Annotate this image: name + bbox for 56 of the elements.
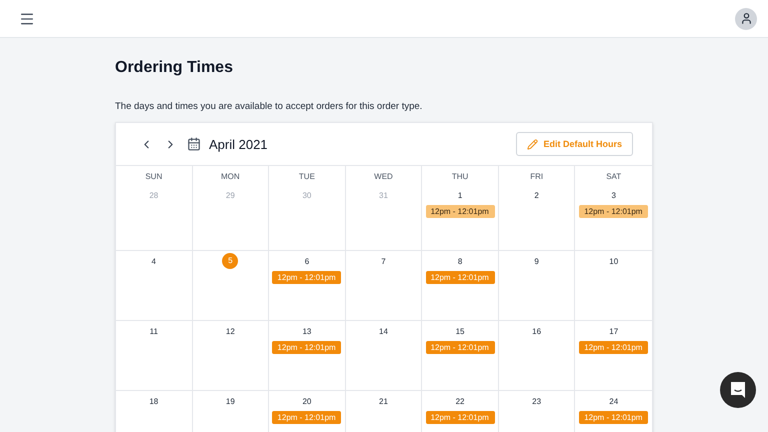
day-number: 19 [226,396,235,408]
account-button[interactable] [735,8,757,30]
day-number: 4 [152,256,156,268]
time-slot[interactable]: 12pm - 12:01pm [579,411,648,424]
day-number: 31 [379,190,388,202]
day-number: 16 [532,326,542,338]
day-number: 21 [379,396,388,408]
day-number: 1 [458,190,462,202]
pencil-icon [527,138,538,150]
day-number: 14 [379,326,388,338]
day-number: 29 [226,190,235,202]
day-number: 18 [149,396,158,408]
month-title: April 2021 [209,136,268,154]
time-slot[interactable]: 12pm - 12:01pm [579,341,648,354]
weekday-label: SUN [145,171,162,184]
chat-button[interactable] [720,372,756,408]
weekday-label: SAT [606,171,622,184]
day-number: 23 [532,396,542,408]
day-number: 8 [458,256,462,268]
day-number: 10 [609,256,618,268]
day-number: 3 [611,190,616,202]
day-number: 15 [456,326,465,338]
person-icon [740,12,752,25]
time-slot[interactable]: 12pm - 12:01pm [272,341,342,354]
day-number: 28 [149,190,158,202]
time-slot[interactable]: 12pm - 12:01pm [579,205,648,218]
calendar-icon [187,137,201,152]
day-number: 6 [304,256,310,268]
time-slot[interactable]: 12pm - 12:01pm [426,411,495,424]
day-number: 7 [381,256,386,268]
day-number: 24 [609,396,618,408]
day-number: 5 [222,253,238,270]
day-number: 13 [302,326,312,338]
weekday-label: THU [452,171,468,184]
time-slot[interactable]: 12pm - 12:01pm [426,205,495,218]
day-number: 12 [226,326,235,338]
time-slot[interactable]: 12pm - 12:01pm [272,271,342,284]
time-slot[interactable]: 12pm - 12:01pm [272,411,342,424]
weekday-label: TUE [298,171,315,184]
weekday-label: WED [374,171,393,184]
weekday-label: MON [221,171,240,184]
time-slot[interactable]: 12pm - 12:01pm [426,271,495,284]
page-title: Ordering Times [115,58,234,78]
menu-icon[interactable] [19,10,35,26]
day-number: 17 [609,326,618,338]
day-number: 22 [456,396,465,408]
day-number: 20 [302,396,312,408]
edit-default-hours-button[interactable]: Edit Default Hours [516,132,633,156]
day-number: 9 [534,256,539,268]
day-number: 11 [150,326,158,338]
chat-icon [730,381,746,399]
weekday-label: FRI [530,171,544,184]
day-number: 2 [534,190,539,202]
day-number: 30 [302,190,312,202]
page-description: The days and times you are available to accept orders for this order type. [115,100,424,114]
time-slot[interactable]: 12pm - 12:01pm [426,341,495,354]
